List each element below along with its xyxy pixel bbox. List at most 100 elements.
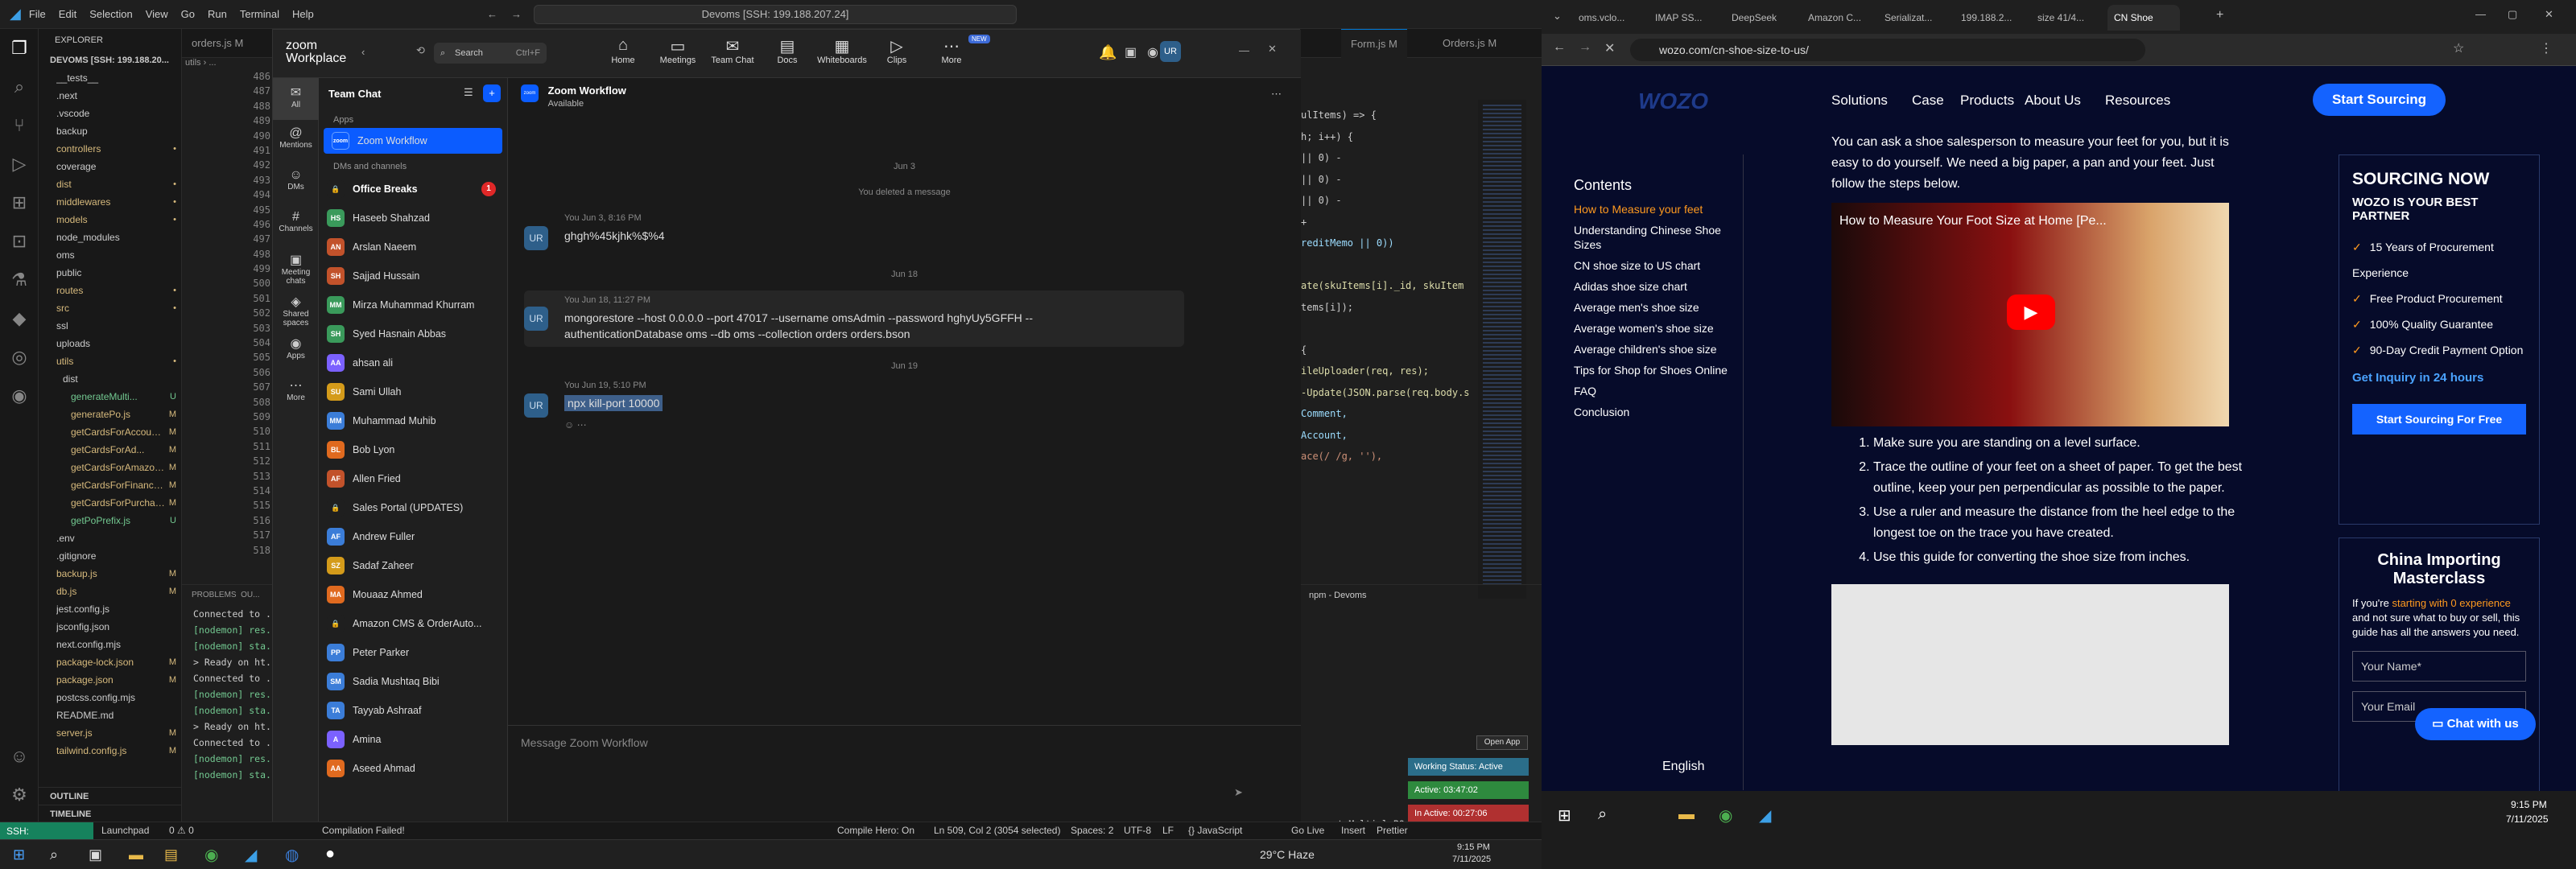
file-explorer-icon[interactable]: ▬ <box>1678 805 1695 824</box>
tree-item[interactable]: coverage <box>39 158 181 175</box>
encoding[interactable]: UTF-8 <box>1124 825 1151 836</box>
zoom-icon[interactable]: ◍ <box>285 845 299 865</box>
site-nav-item[interactable]: About Us <box>2025 93 2081 109</box>
tree-item[interactable]: backup <box>39 122 181 140</box>
menu-item[interactable]: Run <box>208 8 227 20</box>
code-view[interactable]: ulItems) => {h; i++) {|| 0) - || 0) - || 0… <box>1301 105 1470 467</box>
toc-item[interactable]: FAQ <box>1574 384 1743 398</box>
windows-start-icon[interactable]: ⊞ <box>1558 805 1571 826</box>
url-input[interactable]: wozo.com/cn-shoe-size-to-us/ <box>1630 39 2145 61</box>
sidebar-all[interactable]: ✉ All <box>273 78 319 120</box>
search-icon[interactable]: ⌕ <box>1598 805 1607 824</box>
zoom-search[interactable]: ⌕ Search Ctrl+F <box>434 43 547 64</box>
chat-with-us-button[interactable]: ▭ Chat with us <box>2415 708 2536 740</box>
history-icon[interactable]: ⟲ <box>416 44 425 57</box>
nav-team-chat[interactable]: ✉ Team Chat <box>704 36 761 65</box>
minimap[interactable] <box>1478 100 1526 599</box>
nav-clips[interactable]: ▷ Clips <box>869 36 925 65</box>
message[interactable]: UR You Jun 19, 5:10 PM npx kill-port 100… <box>524 381 1168 430</box>
editor-tab[interactable]: orders.js M <box>182 29 253 58</box>
chat-item[interactable]: MM Muhammad Muhib <box>319 406 507 435</box>
window-icon[interactable]: ▣ <box>1125 44 1137 60</box>
site-nav-item[interactable]: Resources <box>2105 93 2170 109</box>
remote-explorer-icon[interactable]: ⊡ <box>0 222 39 261</box>
chat-item[interactable]: AA Aseed Ahmad <box>319 754 507 783</box>
chat-item[interactable]: SZ Sadaf Zaheer <box>319 551 507 580</box>
editor-tab[interactable]: Form.js M <box>1341 29 1407 58</box>
reaction-icon[interactable]: ☺ ⋯ <box>564 419 1168 430</box>
manage-gear-icon[interactable]: ⚙ <box>0 776 39 814</box>
tree-item[interactable]: README.md <box>39 706 181 724</box>
close-icon[interactable]: ✕ <box>1268 43 1277 56</box>
nav-home[interactable]: ⌂ Home <box>595 36 651 65</box>
task-view-icon[interactable]: ▣ <box>89 846 102 863</box>
chat-item[interactable]: 🔒 Amazon CMS & OrderAuto... <box>319 609 507 638</box>
chat-item[interactable]: SH Syed Hasnain Abbas <box>319 319 507 348</box>
toc-item[interactable]: Understanding Chinese Shoe Sizes <box>1574 223 1743 252</box>
toc-item[interactable]: Average women's shoe size <box>1574 321 1743 336</box>
browser-tab[interactable]: CN Shoe <box>2107 5 2180 31</box>
message[interactable]: UR You Jun 18, 11:27 PM mongorestore --h… <box>524 290 1184 347</box>
tree-item[interactable]: oms <box>39 246 181 264</box>
sidebar-apps[interactable]: ◉ Apps <box>273 329 319 371</box>
menu-item[interactable]: Selection <box>89 8 132 20</box>
apps-header[interactable]: Apps <box>319 110 507 128</box>
tree-item[interactable]: getCardsForAmazon.js M <box>39 459 181 476</box>
menu-item[interactable]: View <box>146 8 168 20</box>
tab-output[interactable]: OU... <box>241 591 259 599</box>
tree-item[interactable]: .gitignore <box>39 547 181 565</box>
send-icon[interactable]: ➤ <box>1234 786 1243 799</box>
bookmark-icon[interactable]: ☆ <box>2453 40 2464 56</box>
chat-item[interactable]: A Amina <box>319 725 507 754</box>
menu-item[interactable]: File <box>29 8 46 20</box>
dms-header[interactable]: DMs and channels <box>319 154 507 175</box>
compile-hero[interactable]: Compile Hero: On <box>837 825 914 836</box>
tree-item[interactable]: dist • <box>39 175 181 193</box>
chat-item[interactable]: SH Sajjad Hussain <box>319 262 507 290</box>
vscode-icon[interactable]: ◢ <box>1759 805 1771 826</box>
chat-item[interactable]: AF Allen Fried <box>319 464 507 493</box>
site-nav-item[interactable]: Products <box>1960 93 2014 109</box>
chrome-icon[interactable]: ◉ <box>1719 805 1732 826</box>
avatar[interactable]: UR <box>1160 41 1181 62</box>
tree-item[interactable]: generateMulti... U <box>39 388 181 406</box>
docker-icon[interactable]: ◆ <box>0 299 39 338</box>
tree-item[interactable]: dist <box>39 370 181 388</box>
prettier[interactable]: Prettier <box>1377 825 1408 836</box>
chat-item[interactable]: 🔒 Office Breaks 1 <box>319 175 507 204</box>
share-icon[interactable]: ◉ <box>1147 44 1158 60</box>
chat-item[interactable]: AN Arslan Naeem <box>319 233 507 262</box>
go-live[interactable]: Go Live <box>1291 825 1324 836</box>
menu-item[interactable]: Edit <box>59 8 76 20</box>
compile-status[interactable]: Compilation Failed! <box>322 825 405 836</box>
timeline-section[interactable]: TIMELINE <box>39 805 182 822</box>
filter-icon[interactable]: ☰ <box>464 86 473 99</box>
wozo-logo[interactable]: WOZO <box>1638 89 1708 114</box>
store-icon[interactable]: ▤ <box>164 846 178 863</box>
tree-item[interactable]: middlewares • <box>39 193 181 211</box>
browser-tab[interactable]: IMAP SS... <box>1649 5 1721 31</box>
new-tab-icon[interactable]: + <box>2216 8 2223 23</box>
github-icon[interactable]: ● <box>325 845 335 863</box>
browser-tab[interactable]: oms.vclo... <box>1572 5 1645 31</box>
sidebar-shared-spaces[interactable]: ◈ Shared spaces <box>273 287 319 329</box>
indent[interactable]: Spaces: 2 <box>1071 825 1113 836</box>
terminal-name[interactable]: npm - Devoms <box>1301 585 1542 606</box>
testing-icon[interactable]: ⚗ <box>0 261 39 299</box>
database-icon[interactable]: ◎ <box>0 338 39 377</box>
chat-item[interactable]: 🔒 Sales Portal (UPDATES) <box>319 493 507 522</box>
nav-docs[interactable]: ▤ Docs <box>759 36 815 65</box>
tab-problems[interactable]: PROBLEMS <box>192 591 237 599</box>
stop-icon[interactable]: ✕ <box>1604 40 1615 56</box>
tree-item[interactable]: getCardsForAd... M <box>39 441 181 459</box>
open-app-button[interactable]: Open App <box>1476 735 1528 750</box>
menu-item[interactable]: Help <box>292 8 314 20</box>
message[interactable]: UR You Jun 3, 8:16 PM ghgh%45kjhk%$%4 <box>524 213 1168 250</box>
minimize-icon[interactable]: — <box>1239 44 1249 56</box>
editor-tab[interactable]: Orders.js M <box>1433 29 1506 58</box>
nav-meetings[interactable]: ▭ Meetings <box>650 36 706 65</box>
tree-item[interactable]: controllers • <box>39 140 181 158</box>
launchpad-item[interactable]: Launchpad <box>101 825 149 836</box>
terminal-panel[interactable]: PROBLEMS OU... Connected to ... [nodemon]… <box>182 584 272 819</box>
tree-item[interactable]: tailwind.config.js M <box>39 742 181 760</box>
